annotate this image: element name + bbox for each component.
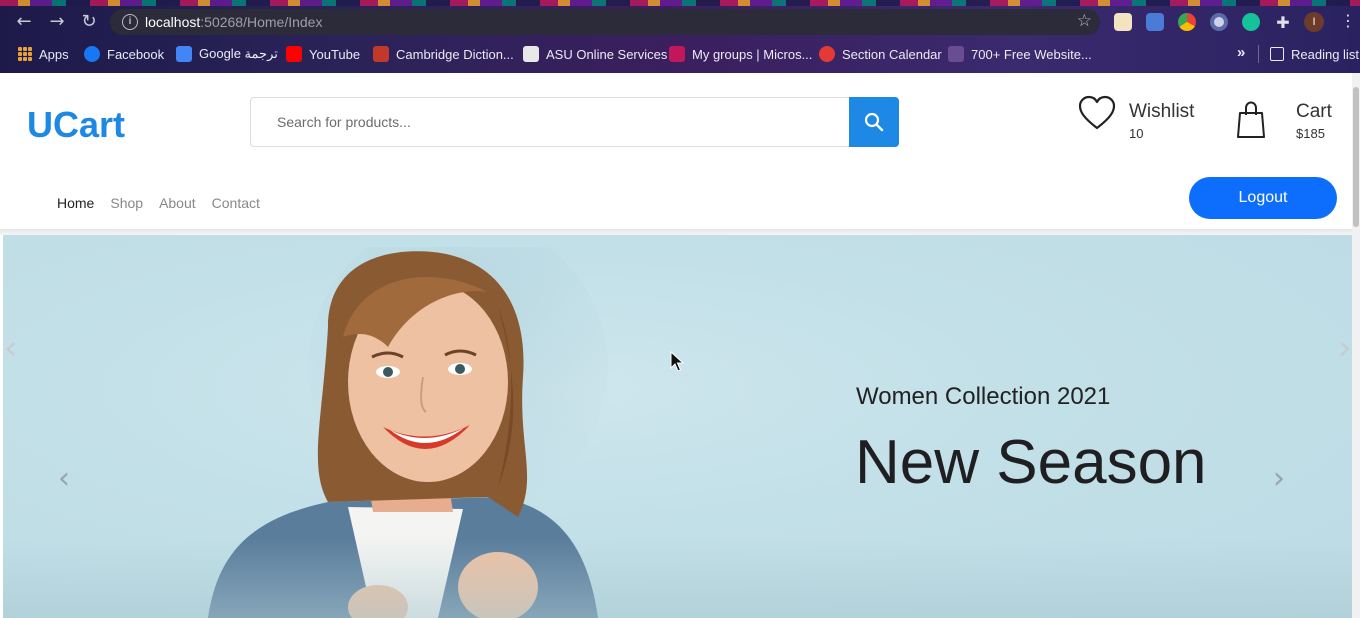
bookmark-label: Cambridge Diction... [396,46,514,62]
cart-label[interactable]: Cart [1296,101,1332,123]
google-translate-icon [176,46,192,62]
translate-extension-icon[interactable] [1146,13,1164,31]
apps-grid-icon [18,47,32,61]
bookmark-label: Apps [39,46,69,62]
shopping-bag-icon[interactable] [1236,101,1266,139]
main-nav: Home Shop About Contact [57,195,260,211]
search-button[interactable] [849,97,899,147]
logout-button[interactable]: Logout [1189,177,1337,219]
notes-extension-icon[interactable] [1114,13,1132,31]
nav-link-about[interactable]: About [159,195,196,211]
cart-total: $185 [1296,126,1325,141]
puzzle-extensions-icon[interactable]: ✚ [1271,11,1295,35]
browser-toolbar: ← → ↻ i localhost:50268/Home/Index ☆ ✚ I… [0,6,1360,38]
search-input[interactable] [251,98,849,146]
bookmarks-bar: Apps Facebook Google ترجمة YouTube Cambridge… [0,41,1360,67]
scrollbar-thumb[interactable] [1353,87,1359,227]
bookmark-item[interactable]: Cambridge Diction... [373,45,514,63]
bookmark-star-icon[interactable]: ☆ [1077,11,1092,31]
site-logo[interactable]: UCart [27,104,125,146]
bookmark-item[interactable]: Section Calendar [819,45,942,63]
chrome-extension-icon[interactable] [1178,13,1196,31]
reading-list-icon [1270,47,1284,61]
web-page: UCart Wishlist 10 Cart $185 Home Shop Abou… [0,73,1360,618]
grammarly-icon[interactable] [1242,13,1260,31]
browser-menu-icon[interactable]: ⋮ [1340,11,1356,30]
hero-bottom-fade [3,538,1352,618]
slider-prev-icon[interactable]: ‹ [58,461,70,496]
carousel-prev-icon[interactable]: ‹ [4,328,18,368]
bookmark-item[interactable]: My groups | Micros... [669,45,812,63]
hero-slider: Women Collection 2021 New Season ‹ › [3,235,1352,618]
facebook-icon [84,46,100,62]
hero-title: New Season [855,428,1207,497]
url-text[interactable]: localhost:50268/Home/Index [145,14,322,30]
url-path: :50268/Home/Index [200,14,323,30]
bookmark-label: Facebook [107,46,165,62]
carousel-next-icon[interactable]: › [1338,328,1352,368]
ms-groups-icon [669,46,685,62]
profile-avatar[interactable]: I [1304,12,1324,32]
back-icon[interactable]: ← [12,10,36,34]
forward-icon[interactable]: → [45,10,69,34]
bookmark-item[interactable]: ASU Online Services [523,45,667,63]
section-calendar-icon [819,46,835,62]
site-info-icon[interactable]: i [122,14,138,30]
bookmark-label: My groups | Micros... [692,46,813,62]
bookmark-item[interactable]: YouTube [286,45,360,63]
bookmark-label: YouTube [309,46,361,62]
bookmark-item[interactable]: Facebook [84,45,164,63]
bookmark-item[interactable]: Google ترجمة [176,45,278,63]
bookmark-label: Google ترجمة [199,46,278,61]
bookmarks-separator [1258,45,1259,63]
heart-icon[interactable] [1078,95,1116,131]
mouse-cursor-icon [670,351,684,372]
asu-icon [523,46,539,62]
reading-list-label: Reading list [1291,46,1359,62]
url-host: localhost [145,14,201,30]
bookmark-item[interactable]: Apps [18,45,69,63]
bookmark-label: ASU Online Services [546,46,668,62]
wishlist-label[interactable]: Wishlist [1129,101,1194,123]
nav-link-shop[interactable]: Shop [110,195,143,211]
reading-list-button[interactable]: Reading list [1270,45,1359,63]
wishlist-count: 10 [1129,126,1144,141]
reload-icon[interactable]: ↻ [77,10,101,34]
nav-link-home[interactable]: Home [57,195,94,211]
slider-next-icon[interactable]: › [1273,461,1285,496]
bookmark-item[interactable]: 700+ Free Website... [948,45,1092,63]
circle-extension-icon[interactable] [1210,13,1228,31]
bookmark-label: Section Calendar [842,46,942,62]
page-scrollbar[interactable] [1352,73,1360,618]
youtube-icon [286,46,302,62]
hero-subtitle: Women Collection 2021 [856,383,1111,410]
search-icon [864,112,884,132]
nav-link-contact[interactable]: Contact [212,195,260,211]
browser-chrome: ← → ↻ i localhost:50268/Home/Index ☆ ✚ I… [0,0,1360,73]
address-bar[interactable]: i localhost:50268/Home/Index ☆ [110,9,1100,35]
bookmark-label: 700+ Free Website... [971,46,1092,62]
search-field[interactable] [250,97,850,147]
cambridge-icon [373,46,389,62]
bookmarks-overflow-icon[interactable]: » [1237,44,1245,61]
colorlib-icon [948,46,964,62]
